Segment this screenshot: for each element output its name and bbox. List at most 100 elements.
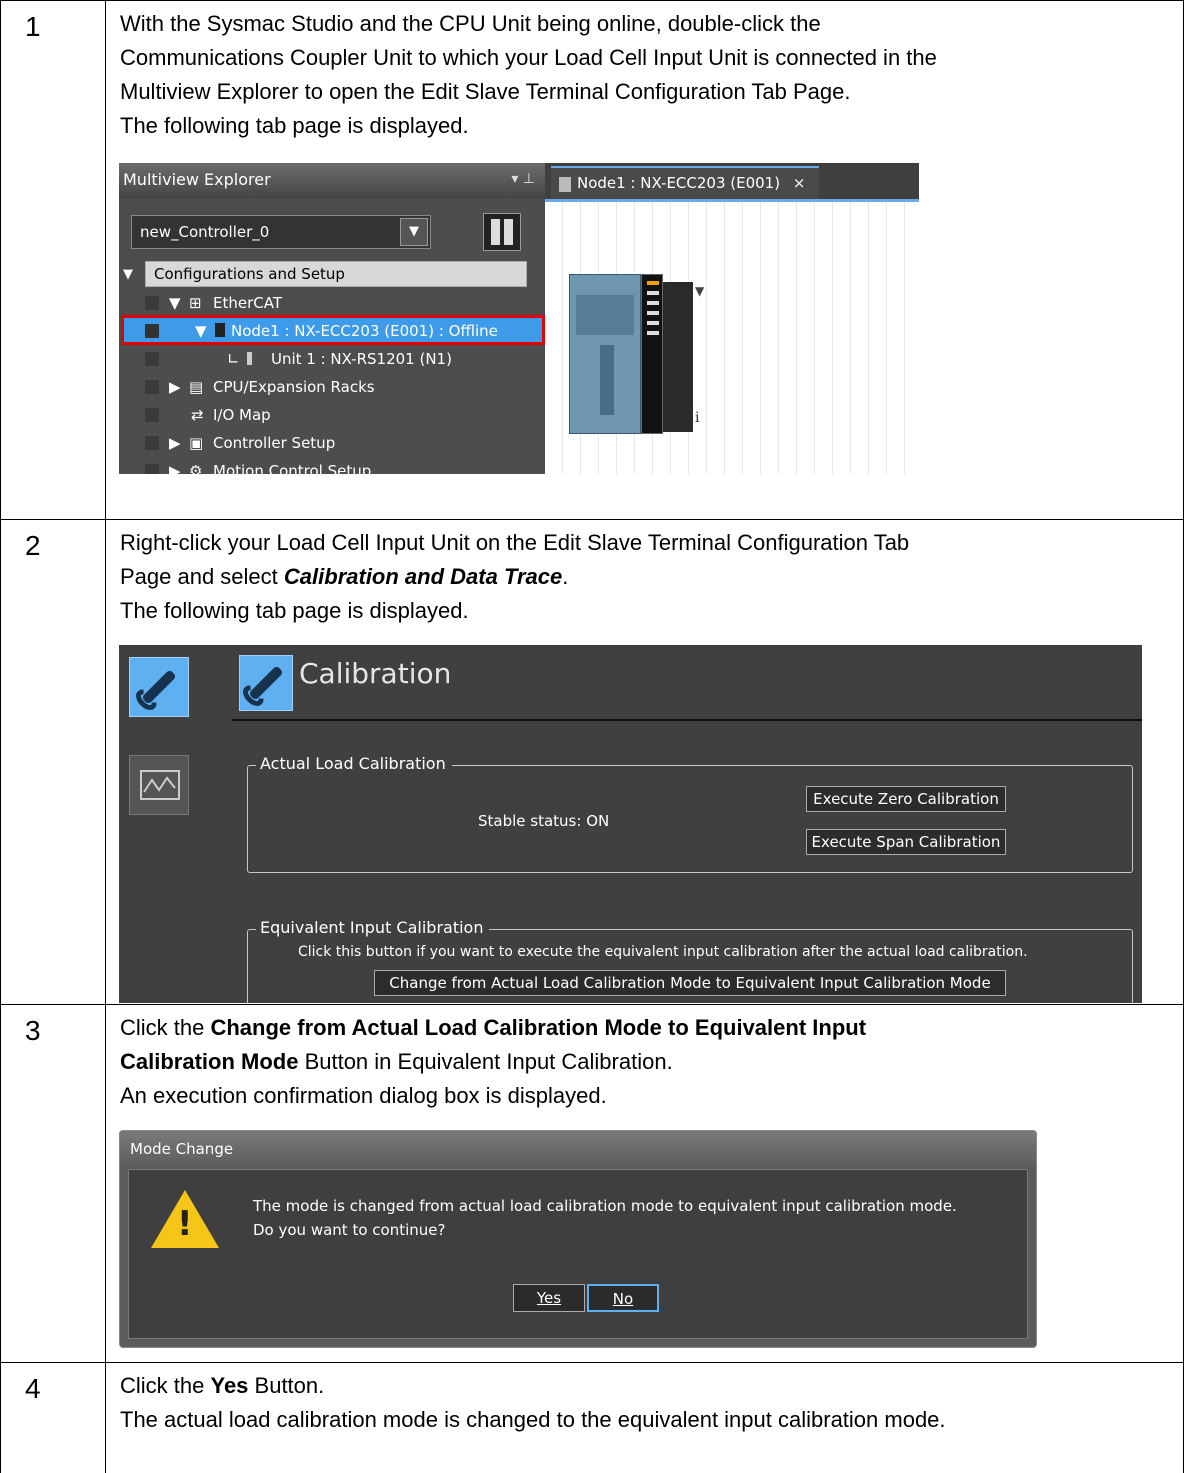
coupler-panel xyxy=(576,295,634,335)
explorer-tree: ▼ Configurations and Setup ▼ ⊞ EtherCAT … xyxy=(119,259,545,474)
text-line: With the Sysmac Studio and the CPU Unit … xyxy=(120,11,821,36)
chevron-down-icon[interactable]: ▼ xyxy=(400,218,428,246)
controller-name: new_Controller_0 xyxy=(140,223,270,241)
unit-led xyxy=(647,311,659,315)
text-line: The following tab page is displayed. xyxy=(120,598,469,623)
tree-item-label: Controller Setup xyxy=(213,434,336,452)
step-content: With the Sysmac Studio and the CPU Unit … xyxy=(107,1,1183,519)
text-line: The following tab page is displayed. xyxy=(120,113,469,138)
tree-marker xyxy=(145,408,159,422)
text-fragment: Click the xyxy=(120,1373,211,1398)
step-row-4: 4 Click the Yes Button. The actual load … xyxy=(0,1362,1184,1473)
step-number: 3 xyxy=(1,1005,106,1362)
slave-terminal-editor: Node1 : NX-ECC203 (E001) × ▼ i xyxy=(545,163,919,474)
tree-item-configurations[interactable]: ▼ Configurations and Setup xyxy=(119,261,545,289)
coupler-icon xyxy=(559,177,571,192)
procedure-table: 1 With the Sysmac Studio and the CPU Uni… xyxy=(0,0,1184,1473)
tree-item-controller-setup[interactable]: ▶ ▣ Controller Setup xyxy=(119,429,545,457)
dialog-body: ! The mode is changed from actual load c… xyxy=(128,1169,1028,1339)
end-cover-image xyxy=(663,282,693,432)
step-text: Right-click your Load Cell Input Unit on… xyxy=(120,526,1183,628)
step-row-2: 2 Right-click your Load Cell Input Unit … xyxy=(0,519,1184,1004)
button-name: Calibration Mode xyxy=(120,1049,299,1074)
calibration-nav-button[interactable] xyxy=(129,657,189,717)
equivalent-help-text: Click this button if you want to execute… xyxy=(298,944,1028,960)
unit-led xyxy=(647,301,659,305)
execute-span-calibration-button[interactable]: Execute Span Calibration xyxy=(806,829,1006,855)
stable-status: Stable status: ON xyxy=(478,812,610,830)
no-button[interactable]: No xyxy=(587,1284,659,1312)
step-text: Click the Change from Actual Load Calibr… xyxy=(120,1011,1183,1113)
dialog-message: The mode is changed from actual load cal… xyxy=(253,1194,957,1242)
close-icon[interactable]: × xyxy=(793,174,806,192)
controller-icon[interactable] xyxy=(483,213,521,251)
tree-item-label: Configurations and Setup xyxy=(145,261,527,287)
menu-command-name: Calibration and Data Trace xyxy=(283,564,563,589)
step-content: Click the Change from Actual Load Calibr… xyxy=(107,1005,1183,1362)
tree-marker xyxy=(145,296,159,310)
group-legend: Actual Load Calibration xyxy=(256,754,452,773)
editor-tabbar: Node1 : NX-ECC203 (E001) × xyxy=(545,163,919,199)
text-fragment: Page and select xyxy=(120,564,284,589)
text-line: Page and select Calibration and Data Tra… xyxy=(120,560,1183,594)
calibration-screenshot: Calibration Actual Load Calibration Stab… xyxy=(119,645,1142,1003)
tree-item-label: I/O Map xyxy=(213,406,271,424)
text-line: Right-click your Load Cell Input Unit on… xyxy=(120,530,910,555)
tree-item-label: CPU/Expansion Racks xyxy=(213,378,375,396)
tree-marker xyxy=(145,324,159,338)
tree-item-unit1[interactable]: ∟ Unit 1 : NX-RS1201 (N1) xyxy=(119,345,545,373)
rack-icon: ▤ xyxy=(189,378,204,396)
button-name: Yes xyxy=(210,1373,249,1398)
message-line: The mode is changed from actual load cal… xyxy=(253,1197,957,1215)
tree-item-ethercat[interactable]: ▼ ⊞ EtherCAT xyxy=(119,289,545,317)
data-trace-nav-button[interactable] xyxy=(129,755,189,815)
tree-item-cpu-racks[interactable]: ▶ ▤ CPU/Expansion Racks xyxy=(119,373,545,401)
tree-item-node1[interactable]: ▼ Node1 : NX-ECC203 (E001) : Offline xyxy=(119,317,545,345)
equivalent-input-calibration-group: Equivalent Input Calibration Click this … xyxy=(247,918,1133,1003)
step-text: Click the Yes Button. The actual load ca… xyxy=(120,1369,1183,1437)
coupler-unit-image[interactable] xyxy=(569,274,641,434)
tree-marker xyxy=(145,352,159,366)
controller-select[interactable]: new_Controller_0 ▼ xyxy=(131,215,431,249)
load-cell-unit-image[interactable] xyxy=(641,274,663,434)
gear-icon: ⚙ xyxy=(189,462,203,474)
step-number: 2 xyxy=(1,520,106,1004)
text-line: Calibration Mode Button in Equivalent In… xyxy=(120,1045,1183,1079)
tree-marker xyxy=(145,436,159,450)
ethercat-icon: ⊞ xyxy=(189,294,202,312)
yes-button[interactable]: Yes xyxy=(513,1284,585,1312)
tree-item-label: Unit 1 : NX-RS1201 (N1) xyxy=(271,350,452,368)
step-content: Right-click your Load Cell Input Unit on… xyxy=(107,520,1183,1004)
step-text: With the Sysmac Studio and the CPU Unit … xyxy=(120,7,1183,143)
explorer-header: Multiview Explorer ▾ ⊥ xyxy=(119,163,545,199)
expanded-arrow-icon: ▼ xyxy=(195,322,207,340)
info-icon[interactable]: i xyxy=(695,410,699,426)
tab-node1[interactable]: Node1 : NX-ECC203 (E001) × xyxy=(551,166,819,199)
tree-marker xyxy=(145,380,159,394)
io-map-icon: ⇄ xyxy=(191,406,204,424)
tab-label: Node1 : NX-ECC203 (E001) xyxy=(577,174,781,192)
actual-load-calibration-group: Actual Load Calibration Stable status: O… xyxy=(247,754,1133,873)
text-fragment: Button. xyxy=(248,1373,325,1398)
dialog-title: Mode Change xyxy=(120,1131,1036,1167)
text-line: Multiview Explorer to open the Edit Slav… xyxy=(120,79,851,104)
explorer-title: Multiview Explorer xyxy=(123,170,271,189)
collapsed-arrow-icon: ▶ xyxy=(169,434,181,452)
text-line: Click the Change from Actual Load Calibr… xyxy=(120,1011,1183,1045)
pin-icon[interactable]: ▾ ⊥ xyxy=(511,171,535,187)
text-fragment: Button in Equivalent Input Calibration. xyxy=(298,1049,673,1074)
page-title: Calibration xyxy=(299,657,452,690)
tree-branch-icon: ∟ xyxy=(227,350,240,368)
change-mode-button[interactable]: Change from Actual Load Calibration Mode… xyxy=(374,970,1006,996)
execute-zero-calibration-button[interactable]: Execute Zero Calibration xyxy=(806,786,1006,812)
wrench-icon xyxy=(141,669,177,705)
text-fragment: . xyxy=(562,564,569,589)
tree-item-motion-setup[interactable]: ▶ ⚙ Motion Control Setup xyxy=(119,457,545,474)
mode-change-dialog: Mode Change ! The mode is changed from a… xyxy=(119,1130,1037,1348)
warning-exclamation: ! xyxy=(177,1204,193,1244)
configuration-canvas[interactable]: ▼ i xyxy=(545,202,919,474)
chevron-down-icon[interactable]: ▼ xyxy=(695,284,704,298)
wrench-icon xyxy=(248,665,284,701)
tree-item-io-map[interactable]: ⇄ I/O Map xyxy=(119,401,545,429)
step-row-3: 3 Click the Change from Actual Load Cali… xyxy=(0,1004,1184,1362)
